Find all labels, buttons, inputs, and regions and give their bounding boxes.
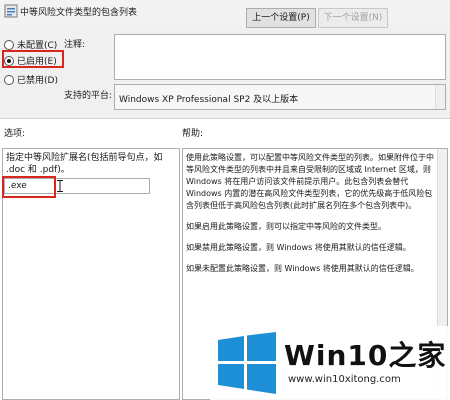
windows-logo-icon — [216, 332, 278, 394]
section-divider — [0, 118, 450, 119]
comment-label: 注释: — [64, 40, 86, 50]
radio-disabled[interactable]: 已禁用(D) — [4, 73, 58, 86]
radio-button[interactable] — [4, 39, 14, 50]
radio-label: 已启用(E) — [17, 57, 57, 67]
help-label: 帮助: — [182, 129, 204, 139]
radio-enabled[interactable]: 已启用(E) — [4, 54, 57, 67]
watermark-url: www.win10xitong.com — [288, 374, 401, 385]
watermark-brand: Win10之家 — [284, 339, 447, 372]
comment-textarea[interactable] — [114, 34, 446, 80]
next-setting-button[interactable]: 下一个设置(N) — [318, 8, 388, 28]
help-paragraph: 如果禁用此策略设置，则 Windows 将使用其默认的信任逻辑。 — [186, 243, 411, 252]
supported-platforms-box: Windows XP Professional SP2 及以上版本 — [114, 84, 446, 110]
text-cursor-icon — [57, 180, 63, 192]
radio-button[interactable] — [4, 55, 14, 66]
radio-button[interactable] — [4, 74, 14, 85]
supported-platforms-value: Windows XP Professional SP2 及以上版本 — [119, 95, 299, 105]
policy-setting-icon — [4, 4, 18, 18]
input-highlight-box — [2, 176, 56, 198]
supported-platforms-label: 支持的平台: — [64, 91, 113, 101]
help-text: 使用此策略设置，可以配置中等风险文件类型的列表。如果附件位于中等风险文件类型的列… — [186, 152, 436, 284]
options-description: 指定中等风险扩展名(包括前导句点，如 .doc 和 .pdf)。 — [6, 153, 163, 175]
options-label: 选项: — [4, 129, 26, 139]
radio-label: 已禁用(D) — [17, 76, 58, 86]
previous-setting-button[interactable]: 上一个设置(P) — [246, 8, 316, 28]
help-paragraph: 如果未配置此策略设置，则 Windows 将使用其默认的信任逻辑。 — [186, 264, 419, 273]
policy-title: 中等风险文件类型的包含列表 — [20, 8, 138, 18]
help-paragraph: 如果启用此策略设置，则可以指定中等风险的文件类型。 — [186, 222, 386, 231]
help-paragraph: 使用此策略设置，可以配置中等风险文件类型的列表。如果附件位于中等风险文件类型的列… — [186, 153, 434, 210]
supported-scrollbar[interactable] — [435, 85, 445, 109]
